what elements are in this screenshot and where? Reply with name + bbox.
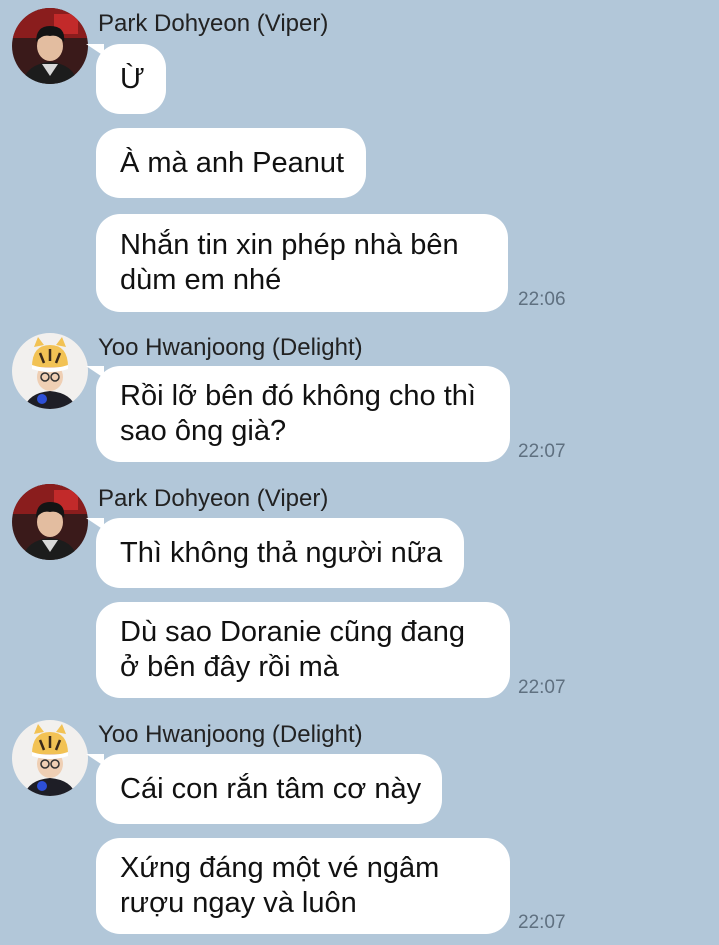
message-timestamp: 22:07 xyxy=(518,441,566,462)
message-timestamp: 22:07 xyxy=(518,677,566,698)
message-bubble[interactable]: Dù sao Doranie cũng đang ở bên đây rồi m… xyxy=(96,602,510,698)
message-text: dùm em nhé xyxy=(120,264,282,296)
message-bubble[interactable]: Thì không thả người nữa xyxy=(96,518,464,588)
sender-avatar-delight[interactable] xyxy=(12,333,88,409)
user-avatar-icon xyxy=(12,333,88,409)
sender-name: Park Dohyeon (Viper) xyxy=(98,485,329,512)
sender-name: Yoo Hwanjoong (Delight) xyxy=(98,334,363,361)
user-avatar-icon xyxy=(12,484,88,560)
sender-name: Yoo Hwanjoong (Delight) xyxy=(98,721,363,748)
message-text: rượu ngay và luôn xyxy=(120,887,357,919)
message-timestamp: 22:07 xyxy=(518,912,566,933)
message-text: Xứng đáng một vé ngâm xyxy=(120,852,440,884)
message-text: Cái con rắn tâm cơ này xyxy=(120,772,422,805)
sender-avatar-viper[interactable] xyxy=(12,8,88,84)
message-bubble[interactable]: Ừ xyxy=(96,44,166,114)
message-bubble[interactable]: Cái con rắn tâm cơ này xyxy=(96,754,442,824)
message-text: Dù sao Doranie cũng đang xyxy=(120,616,466,648)
message-text: Thì không thả người nữa xyxy=(120,536,443,569)
sender-name: Park Dohyeon (Viper) xyxy=(98,10,329,37)
message-bubble[interactable]: Nhắn tin xin phép nhà bên dùm em nhé xyxy=(96,214,508,312)
user-avatar-icon xyxy=(12,720,88,796)
message-text: À mà anh Peanut xyxy=(120,146,345,179)
message-bubble[interactable]: À mà anh Peanut xyxy=(96,128,366,198)
sender-avatar-viper[interactable] xyxy=(12,484,88,560)
message-text: Ừ xyxy=(120,62,145,95)
message-bubble[interactable]: Xứng đáng một vé ngâm rượu ngay và luôn xyxy=(96,838,510,934)
message-text: Rồi lỡ bên đó không cho thì xyxy=(120,380,476,412)
message-text: sao ông già? xyxy=(120,415,287,447)
message-text: Nhắn tin xin phép nhà bên xyxy=(120,229,459,261)
user-avatar-icon xyxy=(12,8,88,84)
sender-avatar-delight[interactable] xyxy=(12,720,88,796)
message-timestamp: 22:06 xyxy=(518,289,566,310)
message-text: ở bên đây rồi mà xyxy=(120,651,339,683)
message-bubble[interactable]: Rồi lỡ bên đó không cho thì sao ông già? xyxy=(96,366,510,462)
